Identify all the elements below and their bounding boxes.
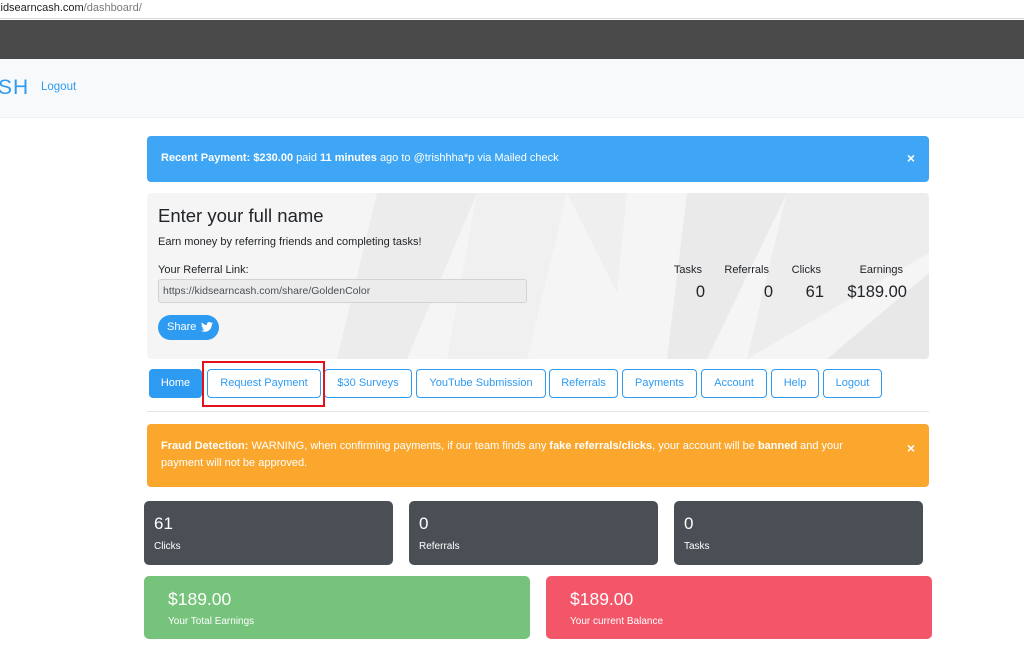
- tab-youtube-submission[interactable]: YouTube Submission: [416, 369, 546, 398]
- tab-surveys[interactable]: $30 Surveys: [324, 369, 412, 398]
- tab-home[interactable]: Home: [149, 369, 202, 398]
- close-icon[interactable]: ×: [907, 440, 915, 457]
- tab-help[interactable]: Help: [771, 369, 819, 398]
- current-balance-card: $189.00 Your current Balance: [546, 576, 932, 639]
- fraud-text-1: WARNING, when confirming payments, if ou…: [251, 440, 547, 452]
- profile-jumbotron: Enter your full name Earn money by refer…: [147, 193, 929, 359]
- referrals-card-value: 0: [419, 514, 429, 533]
- stat-earnings-value: $189.00: [847, 283, 907, 301]
- total-earnings-card: $189.00 Your Total Earnings: [144, 576, 530, 639]
- navbar-logout-link[interactable]: Logout: [41, 81, 76, 93]
- current-balance-value: $189.00: [570, 589, 634, 609]
- tasks-card-value: 0: [684, 514, 694, 533]
- stat-referrals-label: Referrals: [724, 264, 769, 276]
- tab-account[interactable]: Account: [701, 369, 767, 398]
- recent-payment-amount: $230.00: [253, 152, 294, 164]
- recent-payment-paid: paid: [296, 152, 317, 164]
- site-navbar: SH Logout: [0, 59, 1024, 118]
- current-balance-label: Your current Balance: [570, 616, 664, 627]
- tab-referrals[interactable]: Referrals: [549, 369, 618, 398]
- page-subtitle: Earn money by referring friends and comp…: [158, 236, 422, 248]
- tasks-card-label: Tasks: [684, 541, 710, 552]
- share-button[interactable]: Share: [158, 315, 219, 340]
- stat-tasks-value: 0: [695, 283, 705, 301]
- browser-toolbar: [0, 20, 1024, 59]
- share-label: Share: [167, 321, 197, 333]
- stat-clicks-value: 61: [805, 283, 824, 301]
- url-domain: kidsearncash.com: [0, 2, 84, 14]
- stat-referrals-value: 0: [763, 283, 773, 301]
- tasks-card: 0 Tasks: [674, 501, 923, 565]
- referral-link-label: Your Referral Link:: [158, 264, 249, 276]
- clicks-card-label: Clicks: [154, 541, 181, 552]
- fraud-detection-alert: Fraud Detection: WARNING, when confirmin…: [147, 424, 929, 487]
- brand-logo[interactable]: SH: [0, 76, 29, 100]
- browser-url-bar[interactable]: kidsearncash.com/dashboard/: [0, 0, 1024, 19]
- page-title: Enter your full name: [158, 205, 324, 226]
- close-icon[interactable]: ×: [907, 150, 915, 166]
- recent-payment-time: 11 minutes: [320, 152, 377, 164]
- fraud-label: Fraud Detection:: [161, 440, 249, 452]
- twitter-icon: [201, 322, 214, 335]
- highlight-annotation: [202, 361, 325, 407]
- recent-payment-alert: Recent Payment: $230.00 paid 11 minutes …: [147, 136, 929, 182]
- referrals-card-label: Referrals: [419, 541, 460, 552]
- url-path: /dashboard/: [83, 2, 142, 14]
- tab-logout[interactable]: Logout: [823, 369, 882, 398]
- recent-payment-detail: ago to @trishhha*p via Mailed check: [379, 152, 559, 164]
- referrals-card: 0 Referrals: [409, 501, 658, 565]
- clicks-card: 61 Clicks: [144, 501, 393, 565]
- divider: [147, 411, 929, 412]
- fraud-text-2: , your account will be: [652, 440, 755, 452]
- referral-link-input[interactable]: https://kidsearncash.com/share/GoldenCol…: [158, 279, 527, 303]
- stat-earnings-label: Earnings: [859, 264, 903, 276]
- stat-clicks-label: Clicks: [791, 264, 821, 276]
- total-earnings-value: $189.00: [168, 589, 232, 609]
- tab-payments[interactable]: Payments: [622, 369, 697, 398]
- recent-payment-label: Recent Payment:: [161, 152, 251, 164]
- stat-tasks-label: Tasks: [673, 264, 702, 276]
- fraud-bold-1: fake referrals/clicks: [549, 440, 653, 452]
- total-earnings-label: Your Total Earnings: [168, 616, 255, 627]
- fraud-bold-2: banned: [757, 440, 798, 452]
- clicks-card-value: 61: [154, 514, 173, 533]
